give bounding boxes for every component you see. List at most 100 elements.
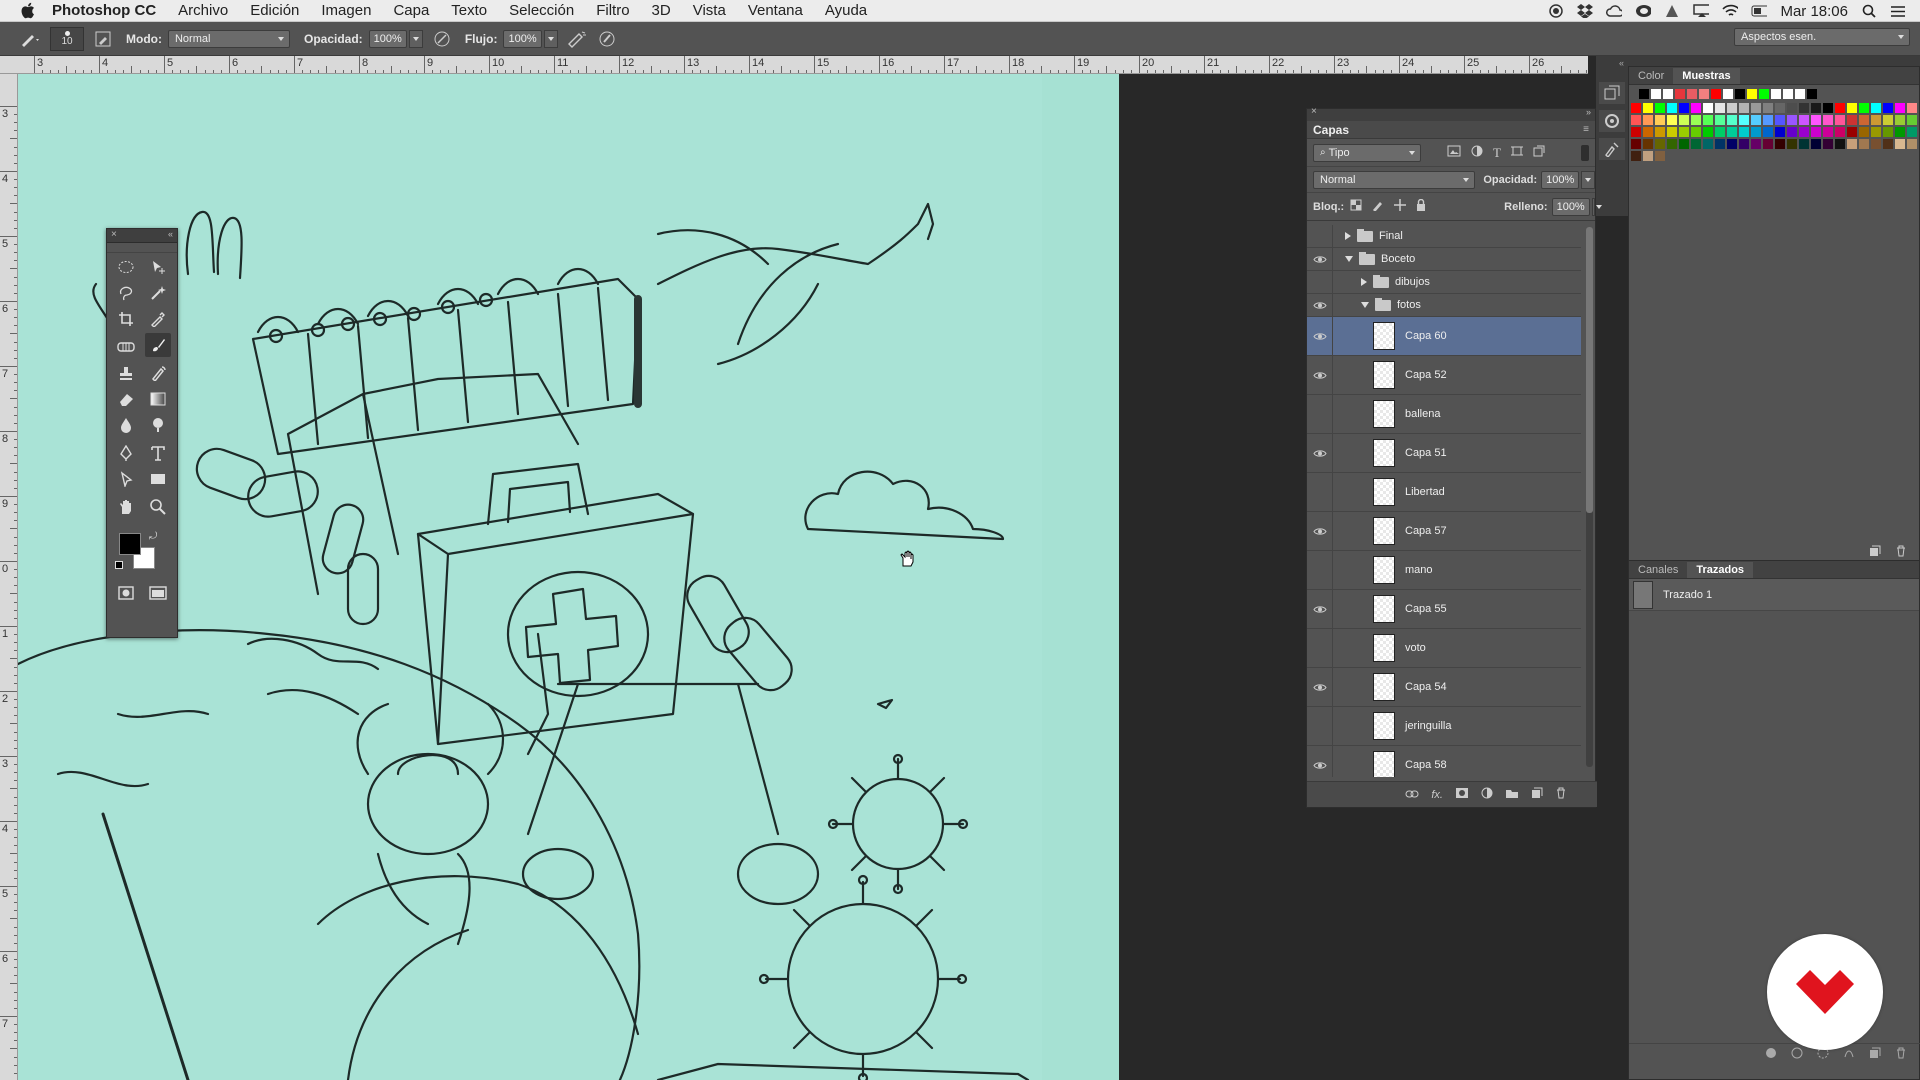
layer-row-jeringuilla[interactable]: jeringuilla xyxy=(1307,707,1581,746)
cloud-sync-icon[interactable] xyxy=(1606,3,1623,19)
color-swatch[interactable] xyxy=(1703,127,1713,137)
color-swatch[interactable] xyxy=(1859,127,1869,137)
tab-muestras[interactable]: Muestras xyxy=(1673,68,1740,84)
quick-mask-icon[interactable] xyxy=(113,581,139,605)
lasso-tool-icon[interactable] xyxy=(113,281,139,305)
dodge-tool-icon[interactable] xyxy=(145,413,171,437)
close-icon[interactable]: × xyxy=(1311,106,1317,117)
pen-tool-icon[interactable] xyxy=(113,441,139,465)
visibility-toggle-empty[interactable] xyxy=(1307,551,1333,589)
mode-dropdown[interactable]: Normal xyxy=(167,29,290,48)
eye-icon[interactable] xyxy=(1307,512,1333,550)
layer-opacity-slider-toggle[interactable] xyxy=(1581,170,1595,189)
eraser-tool-icon[interactable] xyxy=(113,387,139,411)
color-swatch[interactable] xyxy=(1847,139,1857,149)
visibility-toggle-empty[interactable] xyxy=(1307,629,1333,667)
layer-row-voto[interactable]: voto xyxy=(1307,629,1581,668)
color-swatch[interactable] xyxy=(1727,103,1737,113)
color-swatch[interactable] xyxy=(1895,127,1905,137)
eye-icon[interactable] xyxy=(1307,590,1333,628)
color-swatch[interactable] xyxy=(1895,103,1905,113)
clock[interactable]: Mar 18:06 xyxy=(1780,3,1848,20)
tools-panel-grip[interactable] xyxy=(107,243,177,253)
menu-app-name[interactable]: Photoshop CC xyxy=(50,0,167,22)
menu-ayuda[interactable]: Ayuda xyxy=(814,0,878,22)
eye-icon[interactable] xyxy=(1307,317,1333,355)
collapse-icon[interactable]: « xyxy=(168,229,173,239)
color-swatch[interactable] xyxy=(1859,139,1869,149)
expand-arrow-icon[interactable] xyxy=(1361,278,1367,286)
eye-icon[interactable] xyxy=(1307,668,1333,706)
brush-presets-panel-icon[interactable] xyxy=(1599,138,1625,160)
ruler-vertical[interactable]: 3 4 5 6 7 8 9 0 1 2 3 4 5 6 7 xyxy=(0,74,18,1080)
fill-path-icon[interactable] xyxy=(1765,1047,1777,1062)
eye-icon[interactable] xyxy=(1307,356,1333,394)
tools-panel-header[interactable]: × « xyxy=(107,229,177,243)
color-swatch[interactable] xyxy=(1807,89,1817,99)
color-swatch[interactable] xyxy=(1711,89,1721,99)
fill-input[interactable]: 100% xyxy=(1551,197,1590,216)
color-swatch[interactable] xyxy=(1775,115,1785,125)
color-swatch[interactable] xyxy=(1787,103,1797,113)
rectangle-tool-icon[interactable] xyxy=(145,467,171,491)
lock-pixels-icon[interactable] xyxy=(1372,199,1384,214)
color-swatch[interactable] xyxy=(1691,127,1701,137)
stroke-path-icon[interactable] xyxy=(1791,1047,1803,1062)
color-swatch[interactable] xyxy=(1799,115,1809,125)
selection-to-path-icon[interactable] xyxy=(1843,1047,1855,1062)
collapse-arrow-icon[interactable] xyxy=(1345,256,1353,262)
brush-panel-toggle-icon[interactable] xyxy=(92,28,114,50)
spotlight-icon[interactable] xyxy=(1861,3,1877,19)
color-swatch[interactable] xyxy=(1655,103,1665,113)
layer-row-libertad[interactable]: Libertad xyxy=(1307,473,1581,512)
menu-edicion[interactable]: Edición xyxy=(239,0,310,22)
battery-icon[interactable] xyxy=(1751,3,1768,19)
crop-tool-icon[interactable] xyxy=(113,307,139,331)
color-swatch[interactable] xyxy=(1751,103,1761,113)
color-swatch[interactable] xyxy=(1643,127,1653,137)
color-swatch[interactable] xyxy=(1727,127,1737,137)
layer-row-boceto[interactable]: Boceto xyxy=(1307,248,1581,271)
ruler-horizontal[interactable]: 3 4 5 6 7 8 9 10 11 12 13 14 15 16 17 18 19 20 21 22 23 24 25 2… xyxy=(0,56,1588,74)
properties-panel-icon[interactable] xyxy=(1599,110,1625,132)
color-swatch[interactable] xyxy=(1667,139,1677,149)
color-swatch[interactable] xyxy=(1667,115,1677,125)
eye-icon[interactable] xyxy=(1307,434,1333,472)
color-swatch[interactable] xyxy=(1835,127,1845,137)
color-swatch[interactable] xyxy=(1835,103,1845,113)
visibility-toggle-empty[interactable] xyxy=(1307,473,1333,511)
brush-tool-preset-icon[interactable] xyxy=(20,28,42,50)
color-swatch[interactable] xyxy=(1847,103,1857,113)
color-swatch[interactable] xyxy=(1715,127,1725,137)
layer-row-ballena[interactable]: ballena xyxy=(1307,395,1581,434)
record-icon[interactable] xyxy=(1548,3,1564,19)
expand-arrow-icon[interactable] xyxy=(1345,232,1351,240)
workspace-dropdown[interactable]: Aspectos esen. xyxy=(1734,28,1910,46)
color-swatch[interactable] xyxy=(1799,139,1809,149)
color-swatch[interactable] xyxy=(1787,115,1797,125)
color-swatch[interactable] xyxy=(1775,103,1785,113)
color-swatch[interactable] xyxy=(1751,127,1761,137)
menu-3d[interactable]: 3D xyxy=(641,0,682,22)
elliptical-marquee-tool-icon[interactable] xyxy=(113,255,139,279)
menu-texto[interactable]: Texto xyxy=(440,0,498,22)
color-swatch[interactable] xyxy=(1751,139,1761,149)
layer-row-capa-58[interactable]: Capa 58 xyxy=(1307,746,1581,777)
lock-transparent-icon[interactable] xyxy=(1350,199,1362,214)
color-swatch[interactable] xyxy=(1787,127,1797,137)
color-swatch[interactable] xyxy=(1859,115,1869,125)
brush-size-picker[interactable]: 10 xyxy=(50,26,84,51)
color-swatch[interactable] xyxy=(1735,89,1745,99)
type-tool-icon[interactable] xyxy=(145,441,171,465)
path-item[interactable]: Trazado 1 xyxy=(1629,579,1919,611)
lock-position-icon[interactable] xyxy=(1394,199,1407,214)
filter-pixel-icon[interactable] xyxy=(1447,145,1461,160)
color-swatch[interactable] xyxy=(1687,89,1697,99)
close-icon[interactable]: × xyxy=(111,229,117,240)
delete-path-icon[interactable] xyxy=(1895,1047,1907,1062)
color-swatch[interactable] xyxy=(1691,139,1701,149)
color-swatch[interactable] xyxy=(1679,139,1689,149)
color-swatch[interactable] xyxy=(1871,103,1881,113)
hand-tool-icon[interactable] xyxy=(113,495,139,519)
color-swatch[interactable] xyxy=(1715,115,1725,125)
